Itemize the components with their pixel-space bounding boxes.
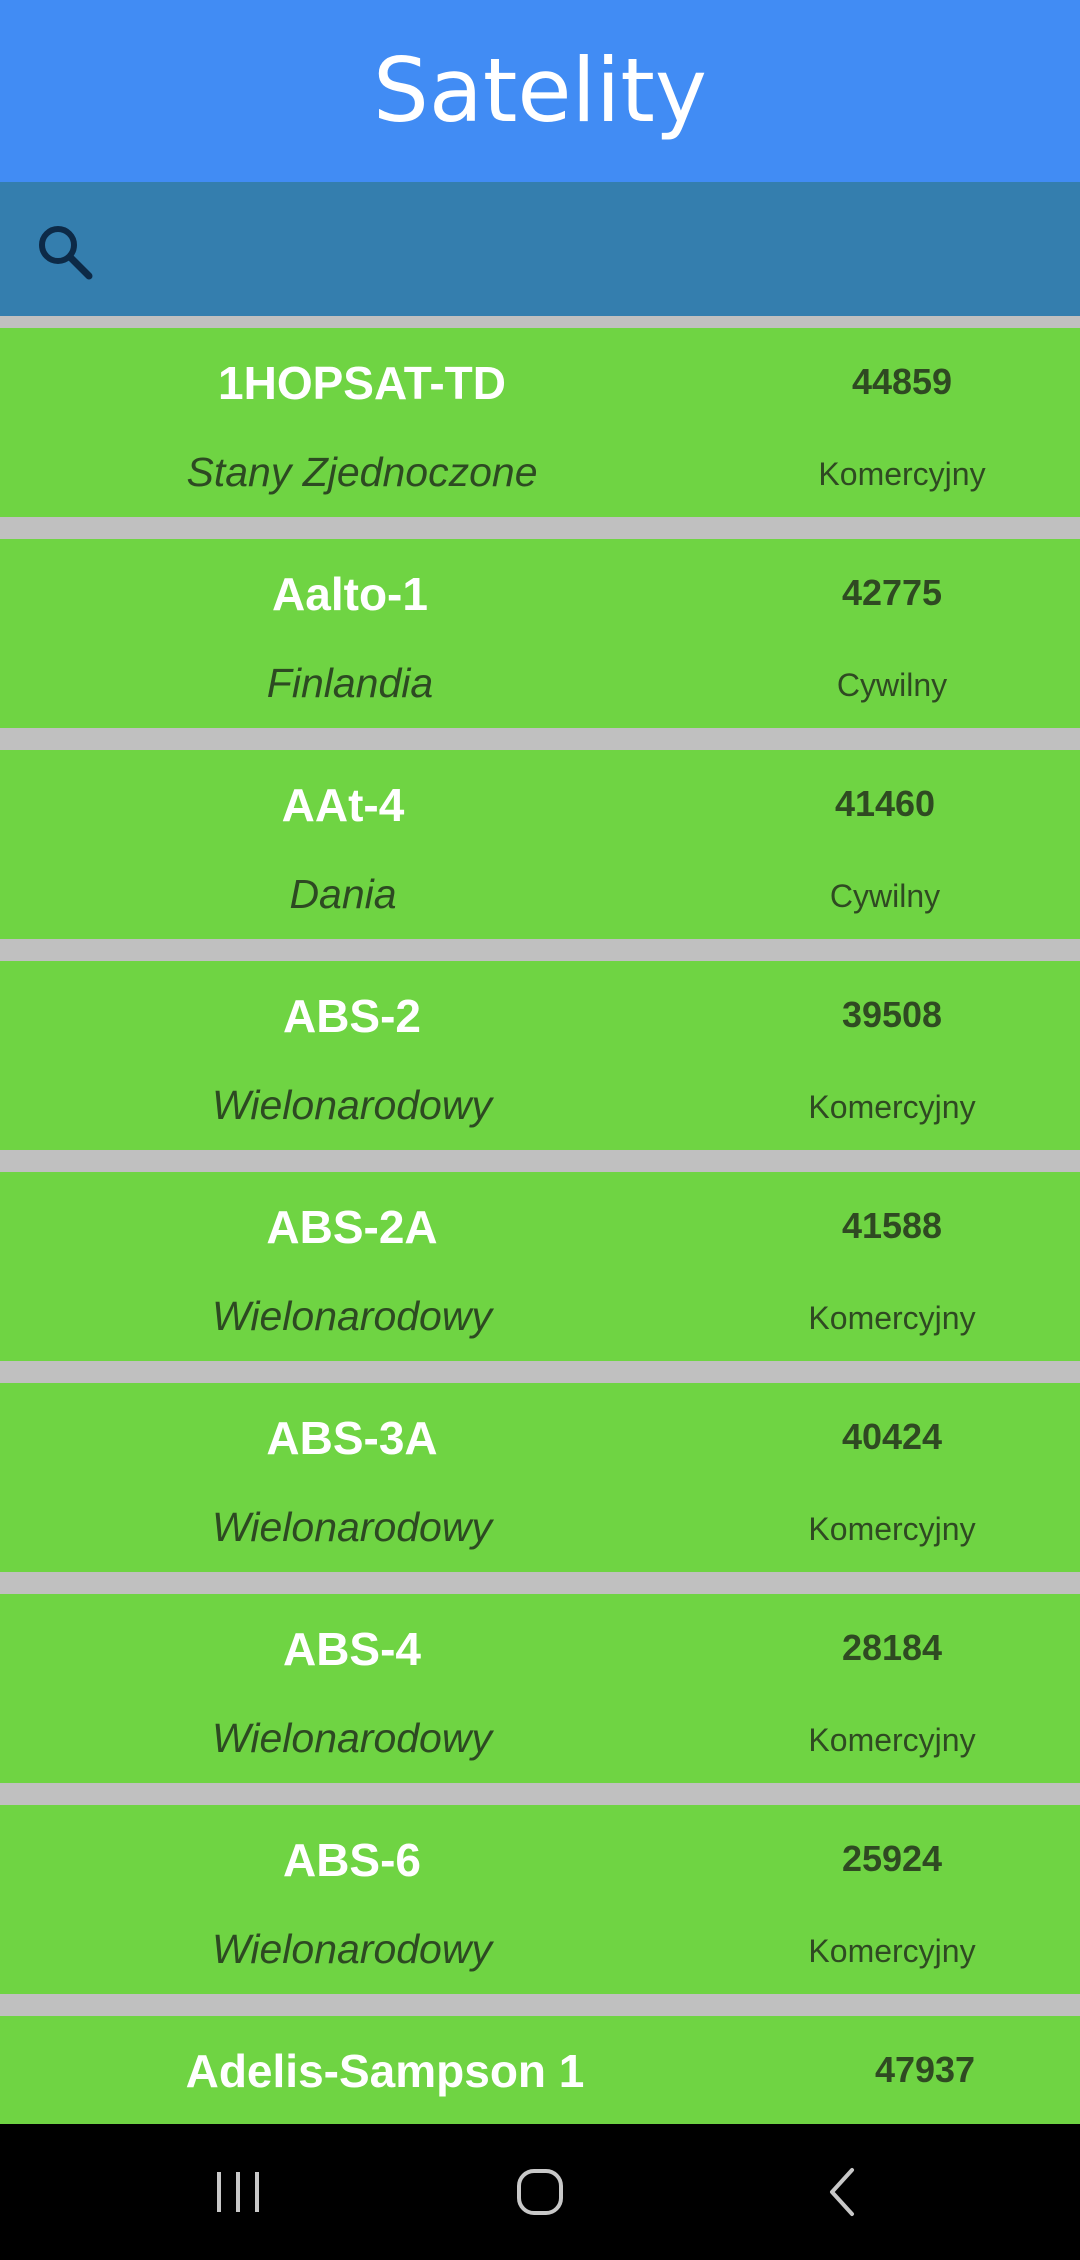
satellite-norad-id: 28184 [841, 1627, 943, 1668]
page-title: Satelity [373, 39, 707, 142]
satellite-list[interactable]: 1HOPSAT-TD Stany Zjednoczone 44859 Komer… [0, 316, 1080, 2124]
satellite-norad-id: 44859 [851, 361, 953, 402]
satellite-norad-id: 39508 [841, 994, 943, 1035]
satellite-country: Dania [289, 871, 397, 917]
satellite-card[interactable]: ABS-4 Wielonarodowy 28184 Komercyjny [0, 1594, 1080, 1783]
back-icon-graphic [830, 2168, 854, 2216]
satellite-card[interactable]: AAt-4 Dania 41460 Cywilny [0, 750, 1080, 939]
system-navigation-bar [0, 2124, 1080, 2260]
satellite-norad-id: 41460 [834, 783, 936, 824]
search-icon[interactable] [34, 220, 100, 286]
satellite-country: Finlandia [266, 660, 434, 706]
recents-icon[interactable] [208, 2162, 268, 2222]
satellite-category: Cywilny [836, 667, 948, 703]
satellite-name: ABS-2A [266, 1201, 438, 1253]
satellite-card[interactable]: ABS-2A Wielonarodowy 41588 Komercyjny [0, 1172, 1080, 1361]
app-screen: Satelity 1HOPSAT-TD Stany Zjednoczone 44… [0, 0, 1080, 2260]
satellite-category: Komercyjny [808, 1300, 976, 1336]
satellite-name: 1HOPSAT-TD [218, 357, 506, 409]
satellite-name: ABS-3A [266, 1412, 438, 1464]
satellite-norad-id: 47937 [874, 2049, 976, 2090]
satellite-name: Aalto-1 [272, 568, 428, 620]
satellite-category: Cywilny [829, 878, 941, 914]
search-icon-graphic [39, 226, 93, 280]
satellite-country: Wielonarodowy [212, 1926, 492, 1972]
satellite-card[interactable]: Adelis-Sampson 1 47937 [0, 2016, 1080, 2124]
satellite-norad-id: 25924 [841, 1838, 943, 1879]
satellite-category: Komercyjny [808, 1089, 976, 1125]
back-icon[interactable] [814, 2162, 874, 2222]
home-icon-graphic [517, 2169, 563, 2215]
satellite-name: AAt-4 [281, 779, 405, 831]
satellite-country: Wielonarodowy [212, 1293, 492, 1339]
home-icon[interactable] [510, 2162, 570, 2222]
search-input[interactable] [120, 212, 1044, 288]
satellite-category: Komercyjny [808, 1722, 976, 1758]
satellite-name: ABS-2 [282, 990, 422, 1042]
satellite-card[interactable]: ABS-3A Wielonarodowy 40424 Komercyjny [0, 1383, 1080, 1572]
satellite-card[interactable]: 1HOPSAT-TD Stany Zjednoczone 44859 Komer… [0, 328, 1080, 517]
satellite-category: Komercyjny [818, 456, 986, 492]
satellite-country: Wielonarodowy [212, 1082, 492, 1128]
satellite-name: Adelis-Sampson 1 [185, 2045, 585, 2097]
satellite-category: Komercyjny [808, 1933, 976, 1969]
satellite-country: Stany Zjednoczone [186, 449, 538, 495]
satellite-card[interactable]: ABS-2 Wielonarodowy 39508 Komercyjny [0, 961, 1080, 1150]
satellite-card[interactable]: Aalto-1 Finlandia 42775 Cywilny [0, 539, 1080, 728]
satellite-card[interactable]: ABS-6 Wielonarodowy 25924 Komercyjny [0, 1805, 1080, 1994]
satellite-name: ABS-6 [282, 1834, 422, 1886]
title-bar: Satelity [0, 0, 1080, 182]
satellite-norad-id: 42775 [841, 572, 943, 613]
recents-icon-graphic [217, 2172, 259, 2212]
satellite-norad-id: 41588 [841, 1205, 943, 1246]
satellite-country: Wielonarodowy [212, 1715, 492, 1761]
satellite-norad-id: 40424 [841, 1416, 943, 1457]
satellite-category: Komercyjny [808, 1511, 976, 1547]
satellite-name: ABS-4 [282, 1623, 422, 1675]
search-bar [0, 182, 1080, 316]
satellite-country: Wielonarodowy [212, 1504, 492, 1550]
